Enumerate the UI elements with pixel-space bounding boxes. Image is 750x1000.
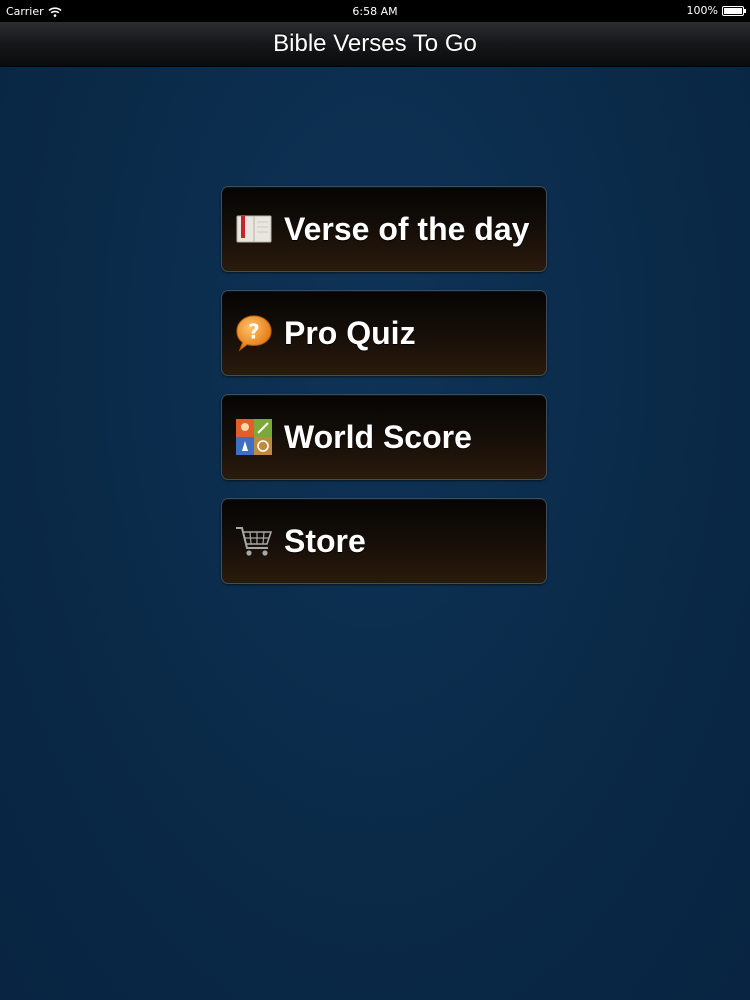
verse-of-the-day-label: Verse of the day <box>284 210 530 247</box>
pro-quiz-button[interactable]: ? Pro Quiz <box>221 290 547 376</box>
pro-quiz-label: Pro Quiz <box>284 314 416 351</box>
navigation-bar: Bible Verses To Go <box>0 22 750 67</box>
world-score-button[interactable]: World Score <box>221 394 547 480</box>
store-button[interactable]: Store <box>221 498 547 584</box>
svg-text:?: ? <box>248 320 260 344</box>
world-score-label: World Score <box>284 418 472 455</box>
status-time: 6:58 AM <box>352 5 398 18</box>
main-menu: Verse of the day ? Pro Quiz World Score … <box>221 186 547 602</box>
page-title: Bible Verses To Go <box>273 30 477 57</box>
book-icon <box>234 209 274 249</box>
battery-indicator: 100% <box>686 4 746 17</box>
question-bubble-icon: ? <box>234 313 274 353</box>
verse-of-the-day-button[interactable]: Verse of the day <box>221 186 547 272</box>
battery-percent: 100% <box>686 4 718 17</box>
battery-icon <box>722 5 746 16</box>
status-bar: Carrier 6:58 AM 100% <box>0 0 750 22</box>
shopping-cart-icon <box>234 521 274 561</box>
store-label: Store <box>284 522 366 559</box>
game-center-icon <box>234 417 274 457</box>
battery-fill <box>724 7 742 14</box>
